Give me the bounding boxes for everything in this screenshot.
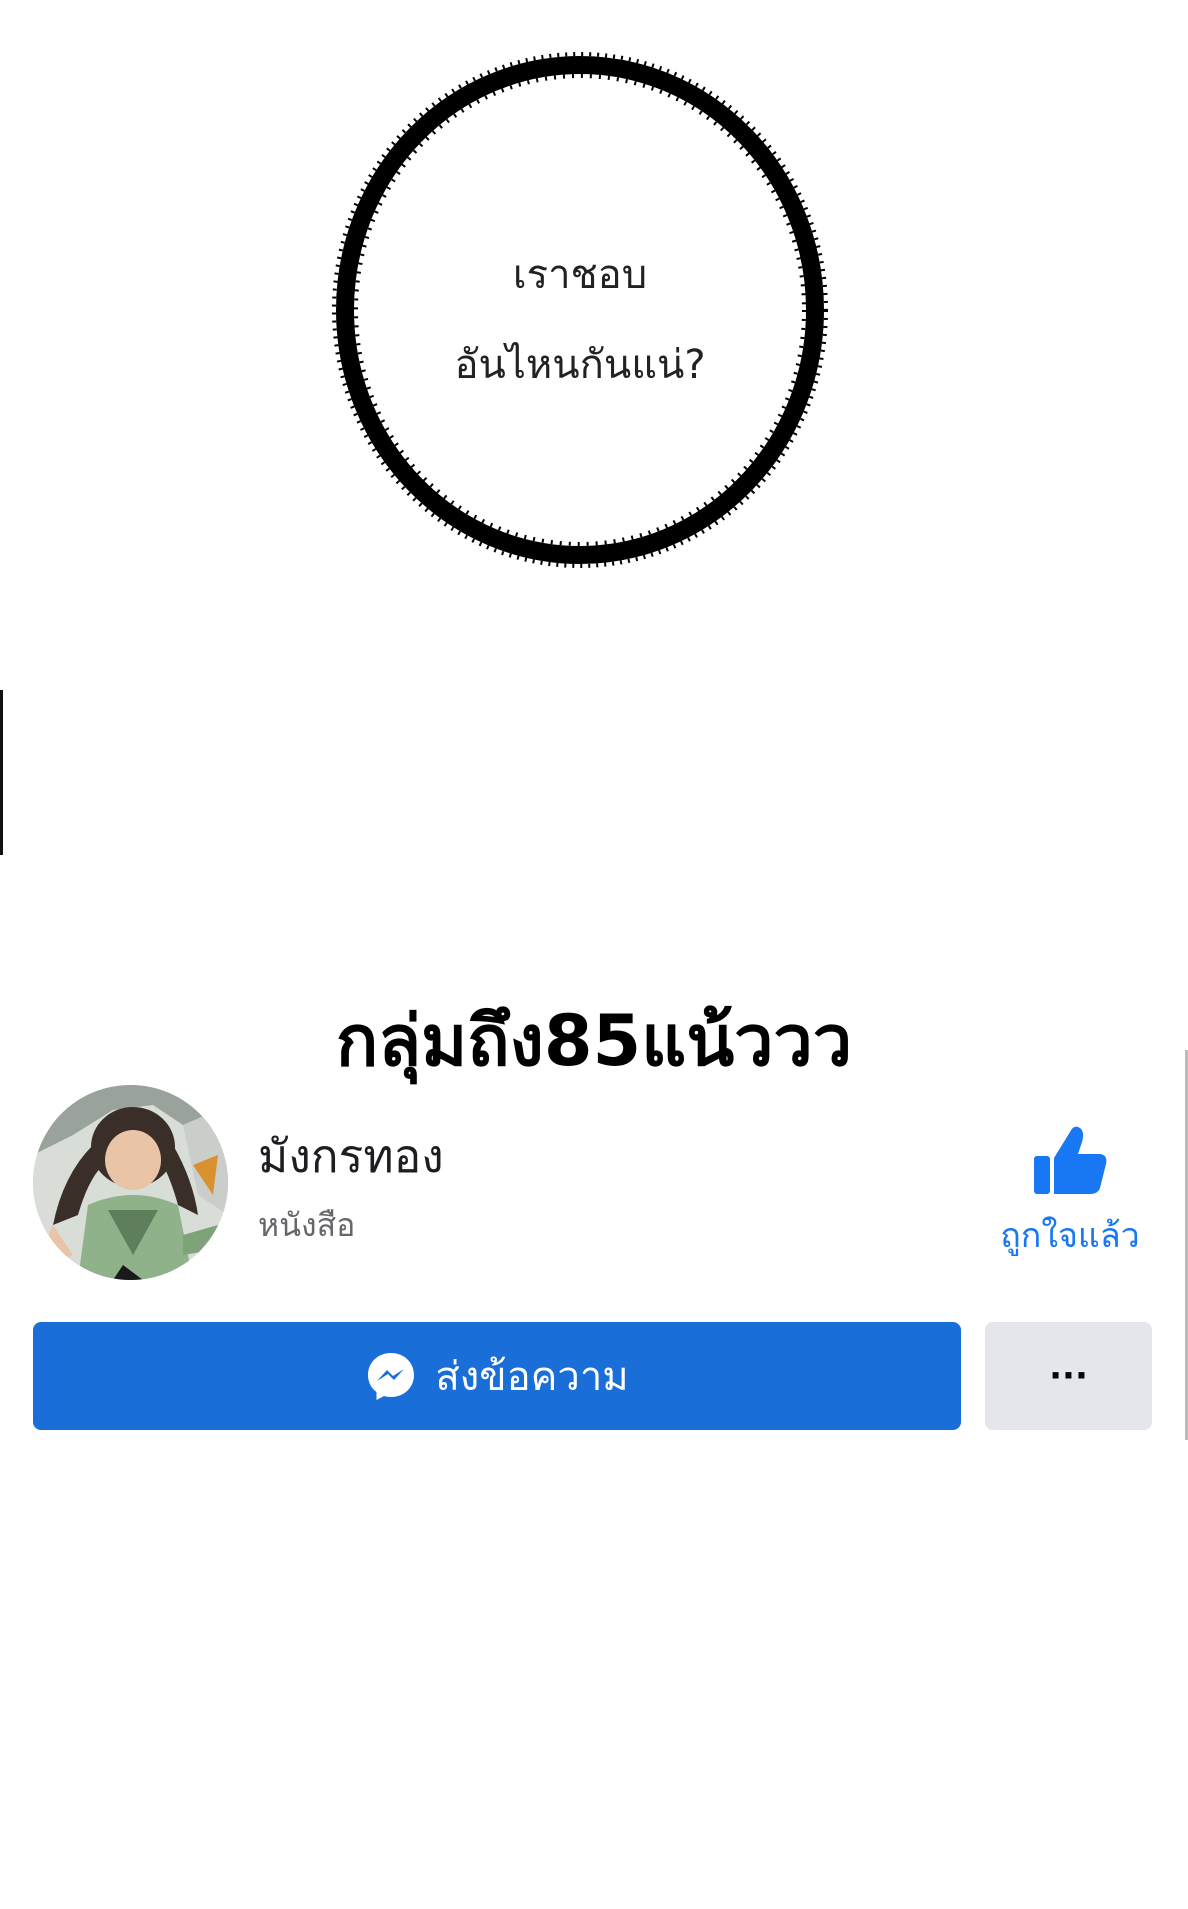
liked-button[interactable]: ถูกใจแล้ว: [985, 1120, 1155, 1260]
page-avatar[interactable]: [33, 1085, 228, 1280]
messenger-icon: [368, 1353, 415, 1400]
bubble-line-1: เราชอบ: [512, 252, 648, 298]
send-message-label: ส่งข้อความ: [435, 1354, 629, 1400]
more-options-button[interactable]: ···: [985, 1322, 1152, 1430]
more-dots-icon: ···: [1049, 1356, 1088, 1396]
page-name[interactable]: มังกรทอง: [258, 1120, 444, 1193]
avatar-illustration: [33, 1085, 228, 1280]
thumbs-up-icon: [1034, 1126, 1107, 1194]
bubble-line-2: อันไหนกันแน่?: [454, 342, 706, 388]
liked-label: ถูกใจแล้ว: [1000, 1216, 1140, 1256]
speech-bubble: เราชอบ อันไหนกันแน่?: [330, 50, 830, 570]
headline: กลุ่มถึง85แน้ววว: [335, 1000, 853, 1082]
send-message-button[interactable]: ส่งข้อความ: [33, 1322, 961, 1430]
panel-edge-left: [0, 690, 3, 855]
comic-panel: เราชอบ อันไหนกันแน่? กลุ่มถึง85แน้ววว มั…: [0, 0, 1188, 1909]
bubble-text: เราชอบ อันไหนกันแน่?: [330, 230, 830, 410]
page-category: หนังสือ: [258, 1206, 356, 1244]
